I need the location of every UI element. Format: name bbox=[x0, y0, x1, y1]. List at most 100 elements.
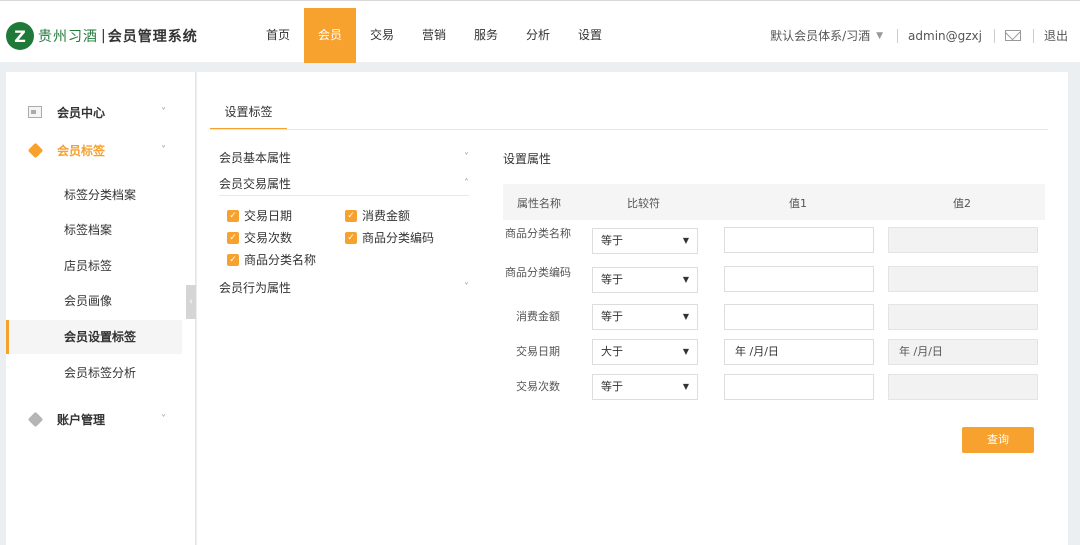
sidebar-item-tag-archive[interactable]: 标签档案 bbox=[6, 213, 182, 247]
chevron-up-icon: ˄ bbox=[464, 177, 469, 189]
table-header: 属性名称 比较符 值1 值2 bbox=[503, 184, 1045, 220]
column-header: 值1 bbox=[789, 197, 807, 210]
operator-select[interactable]: 等于 ▼ bbox=[592, 228, 698, 254]
section-basic-attributes[interactable]: 会员基本属性 ˅ bbox=[219, 145, 469, 169]
nav-home[interactable]: 首页 bbox=[252, 8, 304, 63]
divider bbox=[993, 28, 995, 43]
select-value: 等于 bbox=[601, 380, 623, 393]
select-value: 等于 bbox=[601, 273, 623, 286]
checkmark-icon: ✓ bbox=[345, 231, 357, 244]
member-system-select[interactable]: 默认会员体系/习酒 bbox=[770, 27, 870, 44]
sidebar-item-member-portrait[interactable]: 会员画像 bbox=[6, 284, 182, 318]
row-label: 交易次数 bbox=[516, 380, 560, 393]
caret-down-icon: ▼ bbox=[682, 312, 689, 321]
system-name: 会员管理系统 bbox=[107, 29, 198, 45]
sidebar-item-member-tag-analysis[interactable]: 会员标签分析 bbox=[6, 356, 182, 390]
divider bbox=[1032, 28, 1034, 43]
sidebar-item-tag-category[interactable]: 标签分类档案 bbox=[6, 178, 182, 212]
table-row: 消费金额 等于 ▼ bbox=[503, 304, 1045, 338]
checkbox-label: 消费金额 bbox=[362, 209, 411, 223]
sidebar-group-label: 账户管理 bbox=[57, 412, 106, 427]
sidebar-item-clerk-tags[interactable]: 店员标签 bbox=[6, 249, 182, 283]
value1-input[interactable] bbox=[724, 304, 874, 330]
brand-name: 贵州习酒 bbox=[38, 29, 98, 45]
select-value: 等于 bbox=[601, 234, 623, 247]
chevron-down-icon[interactable]: ▼ bbox=[876, 31, 883, 41]
checkbox-category-name[interactable]: ✓ 商品分类名称 bbox=[227, 251, 316, 268]
caret-down-icon: ▼ bbox=[682, 275, 689, 284]
column-header: 属性名称 bbox=[517, 197, 561, 210]
member-card-icon bbox=[28, 106, 42, 118]
column-header: 比较符 bbox=[627, 197, 660, 210]
logout-link[interactable]: 退出 bbox=[1044, 27, 1068, 44]
caret-down-icon: ▼ bbox=[682, 382, 689, 391]
date-input-value1[interactable]: 年 /月/日 bbox=[724, 339, 874, 365]
checkbox-spend-amount[interactable]: ✓ 消费金额 bbox=[345, 207, 410, 224]
section-title: 设置属性 bbox=[503, 152, 552, 166]
tag-icon bbox=[27, 411, 44, 427]
section-trade-attributes[interactable]: 会员交易属性 ˄ bbox=[219, 171, 469, 195]
operator-select[interactable]: 等于 ▼ bbox=[592, 304, 698, 330]
section-label: 会员基本属性 bbox=[219, 150, 292, 165]
nav-service[interactable]: 服务 bbox=[460, 8, 512, 63]
select-value: 等于 bbox=[601, 310, 623, 323]
checkmark-icon: ✓ bbox=[227, 209, 239, 222]
query-button[interactable]: 查询 bbox=[962, 427, 1034, 453]
nav-analysis[interactable]: 分析 bbox=[512, 8, 564, 63]
mail-icon[interactable] bbox=[1004, 30, 1021, 41]
nav-settings[interactable]: 设置 bbox=[564, 8, 616, 63]
table-row: 商品分类编码 等于 ▼ bbox=[503, 266, 1045, 300]
sidebar-item-member-set-tags[interactable]: 会员设置标签 bbox=[6, 320, 182, 354]
select-value: 大于 bbox=[601, 345, 623, 358]
checkmark-icon: ✓ bbox=[227, 231, 239, 244]
sidebar-group-account[interactable]: 账户管理 ˅ bbox=[6, 409, 196, 429]
tag-icon bbox=[27, 142, 44, 158]
checkbox-label: 商品分类编码 bbox=[362, 231, 435, 245]
tab-set-tags[interactable]: 设置标签 bbox=[210, 98, 287, 130]
sidebar-collapse-handle[interactable]: ‹ bbox=[186, 285, 196, 319]
date-input-value2[interactable]: 年 /月/日 bbox=[888, 339, 1038, 365]
value2-input[interactable] bbox=[888, 304, 1038, 330]
main-panel: 设置标签 会员基本属性 ˅ 会员交易属性 ˄ ✓ 交易日期 ✓ 消费金额 ✓ 交… bbox=[197, 72, 1068, 545]
divider bbox=[897, 28, 899, 43]
checkbox-label: 交易日期 bbox=[244, 209, 293, 223]
header-right: 默认会员体系/习酒 ▼ admin@gzxj 退出 bbox=[770, 27, 1080, 44]
row-label: 商品分类编码 bbox=[505, 266, 571, 279]
nav-trade[interactable]: 交易 bbox=[356, 8, 408, 63]
operator-select[interactable]: 等于 ▼ bbox=[592, 267, 698, 293]
value2-input[interactable] bbox=[888, 374, 1038, 400]
value1-input[interactable] bbox=[724, 266, 874, 292]
row-label: 交易日期 bbox=[516, 345, 560, 358]
checkbox-category-code[interactable]: ✓ 商品分类编码 bbox=[345, 229, 434, 246]
operator-select[interactable]: 等于 ▼ bbox=[592, 374, 698, 400]
logo[interactable]: Z 贵州习酒 | 会员管理系统 bbox=[6, 22, 198, 50]
nav-marketing[interactable]: 营销 bbox=[408, 8, 460, 63]
value2-input[interactable] bbox=[888, 266, 1038, 292]
chevron-up-icon: ˅ bbox=[161, 144, 166, 156]
table-row: 交易次数 等于 ▼ bbox=[503, 374, 1045, 408]
value1-input[interactable] bbox=[724, 374, 874, 400]
main-nav: 首页 会员 交易 营销 服务 分析 设置 bbox=[252, 8, 616, 63]
sidebar-group-member-tags[interactable]: 会员标签 ˅ bbox=[6, 140, 196, 160]
checkmark-icon: ✓ bbox=[227, 253, 239, 266]
chevron-down-icon: ˅ bbox=[161, 106, 166, 118]
section-behavior-attributes[interactable]: 会员行为属性 ˅ bbox=[219, 275, 469, 299]
row-label: 商品分类名称 bbox=[505, 227, 571, 240]
sidebar: 会员中心 ˅ 会员标签 ˅ 标签分类档案 标签档案 店员标签 会员画像 会员设置… bbox=[6, 72, 196, 545]
checkmark-icon: ✓ bbox=[345, 209, 357, 222]
sidebar-group-member-center[interactable]: 会员中心 ˅ bbox=[6, 102, 196, 122]
logo-separator: | bbox=[101, 28, 106, 44]
value1-input[interactable] bbox=[724, 227, 874, 253]
top-bar: Z 贵州习酒 | 会员管理系统 首页 会员 交易 营销 服务 分析 设置 默认会… bbox=[0, 0, 1080, 63]
divider bbox=[219, 195, 469, 196]
operator-select[interactable]: 大于 ▼ bbox=[592, 339, 698, 365]
sidebar-group-label: 会员标签 bbox=[57, 143, 106, 158]
nav-member[interactable]: 会员 bbox=[304, 8, 356, 63]
column-header: 值2 bbox=[953, 197, 971, 210]
logo-icon: Z bbox=[6, 22, 34, 50]
caret-down-icon: ▼ bbox=[682, 236, 689, 245]
checkbox-trade-count[interactable]: ✓ 交易次数 bbox=[227, 229, 292, 246]
value2-input[interactable] bbox=[888, 227, 1038, 253]
checkbox-trade-date[interactable]: ✓ 交易日期 bbox=[227, 207, 292, 224]
user-account[interactable]: admin@gzxj bbox=[908, 29, 982, 43]
